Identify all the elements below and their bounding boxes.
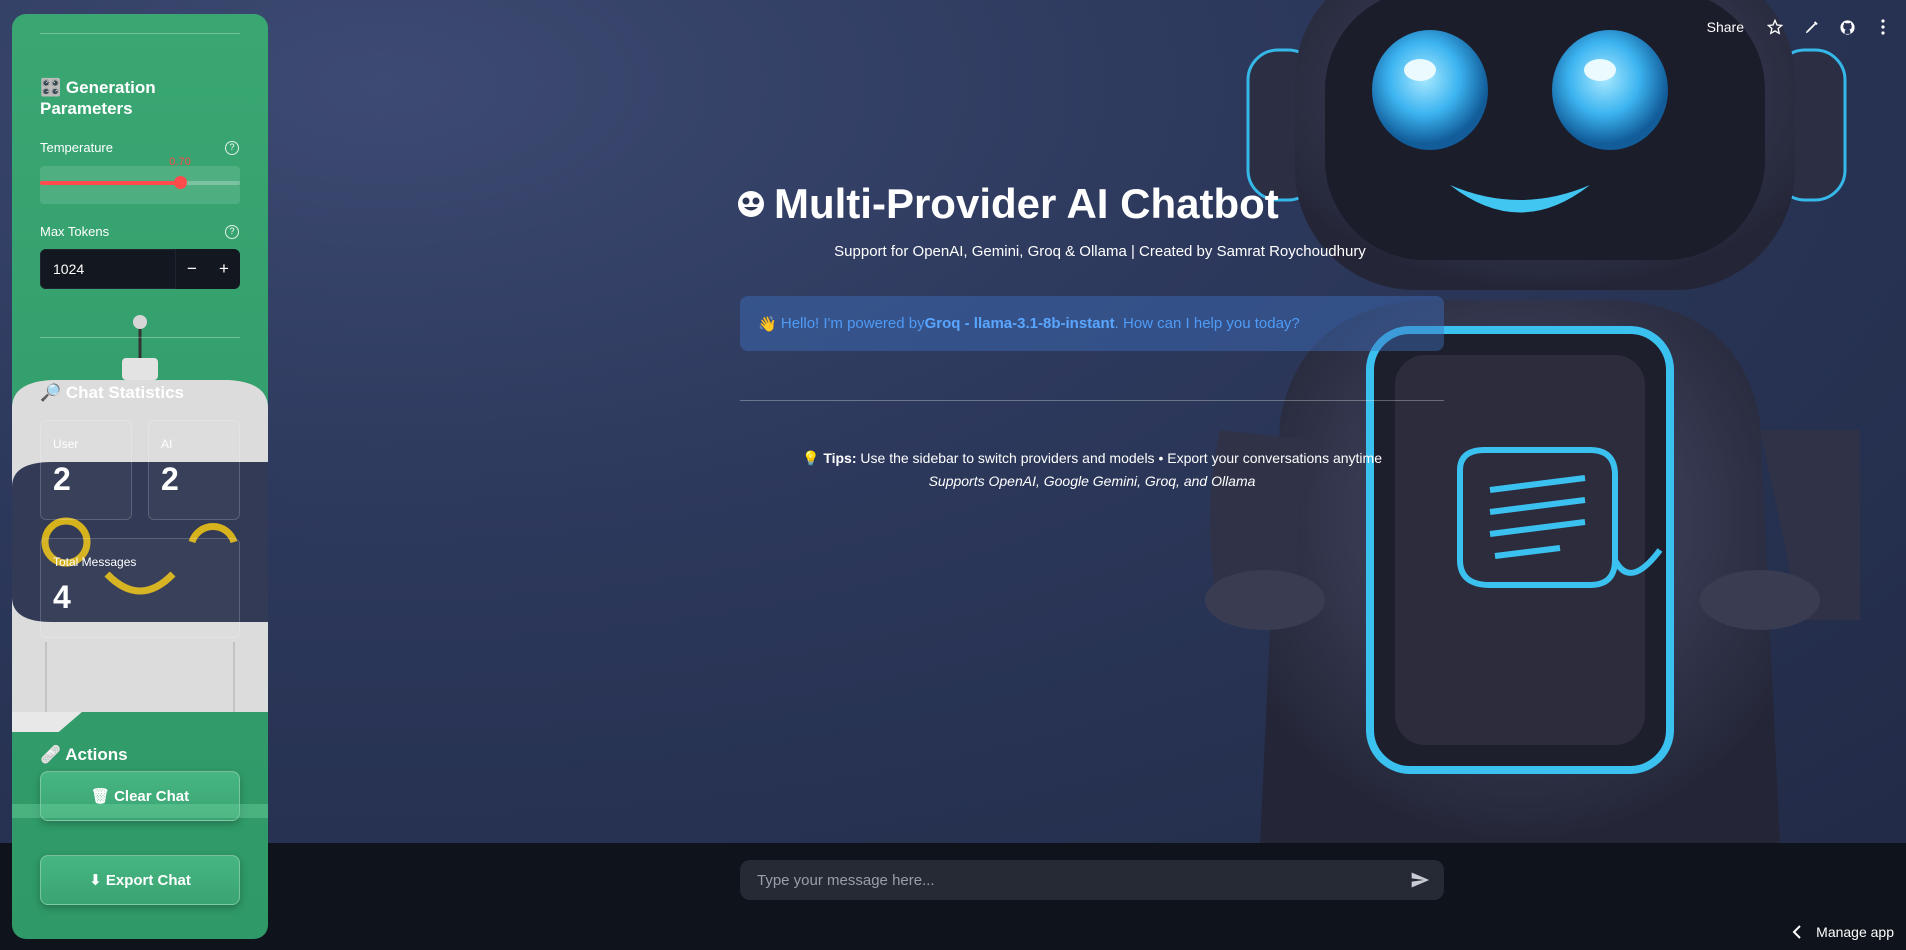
sidebar-robot-decoration [12, 315, 268, 732]
page-title: Multi-Provider AI Chatbot [736, 180, 1279, 228]
actions-heading: 🩹 Actions [40, 745, 128, 764]
increment-button[interactable]: + [208, 249, 240, 289]
temperature-label: Temperature [40, 140, 113, 155]
github-icon[interactable] [1836, 16, 1858, 38]
chat-input-placeholder: Type your message here... [757, 871, 935, 889]
supports-text: Supports OpenAI, Google Gemini, Groq, an… [928, 473, 1256, 489]
chat-statistics-heading: 🔎 Chat Statistics [40, 383, 184, 402]
message-suffix: . How can I help you today? [1114, 315, 1300, 332]
manage-app-label: Manage app [1816, 924, 1894, 940]
waving-hand-icon: 👋 [758, 315, 777, 333]
total-messages-card: Total Messages 4 [40, 538, 240, 638]
sidebar: 🎛️ Generation Parameters Temperature ? 0… [12, 14, 268, 939]
chevron-left-icon [1792, 925, 1801, 939]
message-prefix: Hello! I'm powered by [780, 315, 925, 332]
max-tokens-label: Max Tokens [40, 224, 110, 239]
chat-input[interactable]: Type your message here... [740, 860, 1444, 900]
manage-app-button[interactable]: Manage app [1792, 924, 1894, 940]
share-button[interactable]: Share [1707, 19, 1744, 35]
sidebar-divider [40, 33, 240, 34]
bandage-icon: 🩹 [40, 745, 66, 764]
sidebar-divider [40, 337, 240, 338]
ai-count-card: AI 2 [148, 420, 240, 520]
tips-line: 💡 Tips: Use the sidebar to switch provid… [740, 447, 1444, 470]
total-messages-label: Total Messages [53, 555, 137, 569]
slider-thumb[interactable] [174, 176, 187, 189]
robot-illustration [1205, 0, 1860, 843]
tips-text: Use the sidebar to switch providers and … [856, 450, 1382, 466]
content-divider [740, 400, 1444, 401]
tips-section: 💡 Tips: Use the sidebar to switch provid… [740, 447, 1444, 493]
slider-fill [40, 181, 180, 185]
user-count-card: User 2 [40, 420, 132, 520]
max-tokens-help-icon[interactable]: ? [225, 225, 239, 239]
tips-label: Tips: [823, 450, 857, 466]
temperature-slider[interactable]: 0.70 [40, 156, 240, 204]
decrement-button[interactable]: − [176, 249, 208, 289]
slider-value: 0.70 [169, 156, 191, 168]
star-icon[interactable] [1764, 16, 1786, 38]
page-title-text: Multi-Provider AI Chatbot [774, 180, 1279, 227]
page-subtitle: Support for OpenAI, Gemini, Groq & Ollam… [834, 243, 1366, 260]
export-chat-button[interactable]: ⬇ Export Chat [40, 855, 240, 905]
ai-count-value: 2 [161, 461, 179, 497]
top-toolbar: Share [1707, 16, 1894, 38]
total-messages-value: 4 [53, 579, 71, 615]
model-name: Groq - llama-3.1-8b-instant [924, 315, 1115, 332]
more-options-icon[interactable] [1872, 16, 1894, 38]
assistant-message: 👋 Hello! I'm powered by Groq - llama-3.1… [740, 296, 1444, 351]
magnifier-icon: 🔎 [40, 383, 66, 402]
edit-icon[interactable] [1800, 16, 1822, 38]
light-bulb-icon: 💡 [801, 450, 820, 466]
ai-count-label: AI [161, 437, 173, 451]
user-count-label: User [53, 437, 79, 451]
user-count-value: 2 [53, 461, 71, 497]
send-icon[interactable] [1410, 870, 1430, 890]
sidebar-highlight-strip [12, 804, 268, 818]
temperature-help-icon[interactable]: ? [225, 141, 239, 155]
max-tokens-stepper: 1024 − + [40, 249, 240, 289]
max-tokens-input[interactable]: 1024 [40, 249, 176, 289]
control-knobs-icon: 🎛️ [40, 78, 66, 97]
smiling-face-icon [738, 191, 764, 217]
generation-parameters-heading: 🎛️ Generation Parameters [40, 78, 156, 118]
